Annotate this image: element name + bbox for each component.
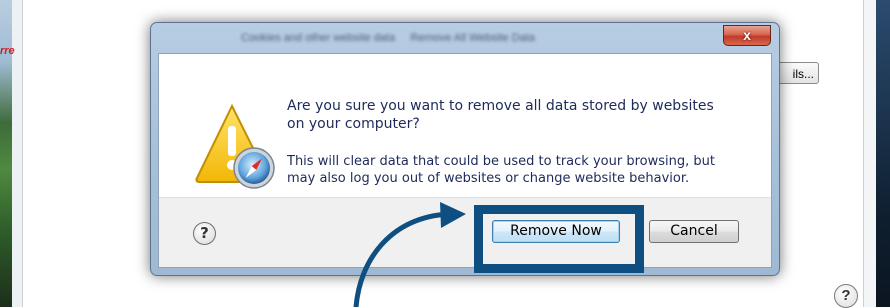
- background-photo-right: [876, 0, 890, 307]
- confirmation-message: Are you sure you want to remove all data…: [287, 98, 714, 132]
- cancel-button[interactable]: Cancel: [649, 220, 739, 243]
- background-help-icon[interactable]: ?: [834, 284, 858, 308]
- dialog-title: Cookies and other website data Remove Al…: [241, 32, 535, 44]
- background-details-button[interactable]: ils...: [775, 62, 819, 84]
- dialog-message-area: Are you sure you want to remove all data…: [159, 54, 771, 197]
- close-icon: x: [743, 27, 751, 43]
- help-button[interactable]: ?: [193, 222, 216, 245]
- pointer-arrow-icon: [353, 202, 466, 307]
- background-window-frame-right: [863, 0, 876, 307]
- dialog-title-main: Cookies and other website data: [241, 32, 396, 44]
- warning-icon: [195, 103, 275, 189]
- highlight-box: [474, 205, 644, 273]
- footer-divider: [159, 197, 771, 198]
- background-fragment-text: rre: [0, 45, 15, 57]
- dialog-titlebar[interactable]: Cookies and other website data Remove Al…: [151, 23, 779, 53]
- close-button[interactable]: x: [723, 25, 771, 46]
- help-icon: ?: [200, 224, 209, 242]
- confirmation-detail: This will clear data that could be used …: [287, 154, 715, 186]
- dialog-title-tab: Remove All Website Data: [410, 32, 535, 44]
